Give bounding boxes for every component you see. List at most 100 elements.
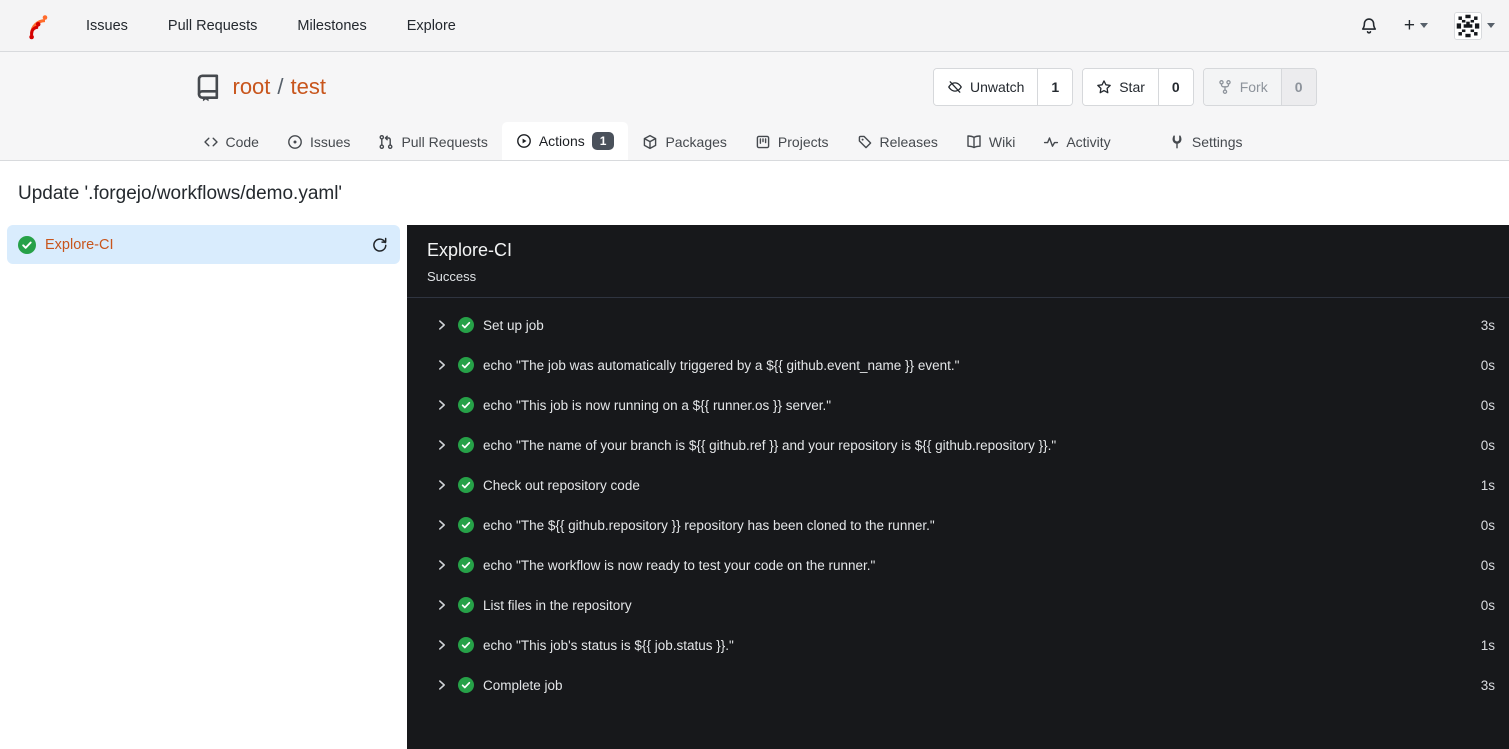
plus-icon: + bbox=[1403, 15, 1415, 36]
star-button[interactable]: Star 0 bbox=[1082, 68, 1194, 106]
tools-icon bbox=[1172, 135, 1182, 149]
step-label: echo "The job was automatically triggere… bbox=[483, 357, 960, 373]
issue-icon bbox=[288, 135, 302, 150]
chevron-right-icon[interactable] bbox=[435, 598, 449, 612]
tab-releases[interactable]: Releases bbox=[843, 124, 952, 160]
chevron-right-icon[interactable] bbox=[435, 638, 449, 652]
unwatch-button[interactable]: Unwatch 1 bbox=[932, 68, 1074, 106]
check-circle-icon bbox=[18, 235, 36, 254]
chevron-right-icon[interactable] bbox=[435, 478, 449, 492]
check-circle-icon bbox=[458, 637, 474, 654]
step-label: echo "The ${{ github.repository }} repos… bbox=[483, 517, 935, 533]
actions-count-badge: 1 bbox=[591, 132, 615, 151]
chevron-down-icon bbox=[1420, 23, 1428, 28]
tab-label: Wiki bbox=[988, 134, 1016, 151]
tag-icon bbox=[858, 136, 871, 149]
forgejo-logo-icon[interactable] bbox=[22, 11, 52, 41]
tab-label: Pull Requests bbox=[401, 134, 488, 151]
avatar bbox=[1454, 11, 1482, 40]
chevron-right-icon[interactable] bbox=[435, 558, 449, 572]
step-row[interactable]: Check out repository code 1s bbox=[407, 465, 1509, 505]
repo-name-link[interactable]: test bbox=[291, 74, 326, 100]
check-circle-icon bbox=[458, 317, 474, 334]
chevron-right-icon[interactable] bbox=[435, 678, 449, 692]
watch-count[interactable]: 1 bbox=[1037, 69, 1073, 105]
check-circle-icon bbox=[458, 397, 474, 414]
tab-actions[interactable]: Actions 1 bbox=[501, 122, 629, 161]
step-row[interactable]: echo "This job is now running on a ${{ r… bbox=[407, 385, 1509, 425]
chevron-right-icon[interactable] bbox=[435, 358, 449, 372]
run-status-text: Success bbox=[427, 269, 477, 285]
step-duration: 1s bbox=[1480, 477, 1495, 493]
tab-issues[interactable]: Issues bbox=[273, 124, 364, 160]
step-duration: 0s bbox=[1480, 517, 1495, 533]
nav-links: Issues Pull Requests Milestones Explore bbox=[86, 18, 456, 34]
tab-activity[interactable]: Activity bbox=[1029, 124, 1124, 160]
step-duration: 0s bbox=[1480, 557, 1495, 573]
step-row[interactable]: Set up job 3s bbox=[407, 305, 1509, 345]
user-menu-button[interactable] bbox=[1454, 11, 1495, 40]
nav-item-issues[interactable]: Issues bbox=[86, 18, 128, 34]
step-label: echo "This job's status is ${{ job.statu… bbox=[483, 637, 734, 653]
chevron-down-icon bbox=[1487, 23, 1495, 28]
step-label: echo "The workflow is now ready to test … bbox=[483, 557, 876, 573]
tab-label: Issues bbox=[309, 134, 351, 151]
tab-projects[interactable]: Projects bbox=[741, 124, 843, 160]
tab-label: Packages bbox=[665, 134, 727, 151]
nav-item-explore[interactable]: Explore bbox=[407, 18, 456, 34]
fork-label: Fork bbox=[1239, 79, 1268, 95]
repo-owner-link[interactable]: root bbox=[233, 74, 271, 100]
nav-item-pull-requests[interactable]: Pull Requests bbox=[168, 18, 257, 34]
tab-label: Projects bbox=[777, 134, 829, 151]
check-circle-icon bbox=[458, 677, 474, 694]
repo-title-row: root / test Unwatch 1 Star 0 Fork 0 bbox=[189, 52, 1321, 112]
step-row[interactable]: echo "The ${{ github.repository }} repos… bbox=[407, 505, 1509, 545]
step-duration: 0s bbox=[1480, 397, 1495, 413]
tab-packages[interactable]: Packages bbox=[628, 124, 740, 160]
project-board-icon bbox=[756, 136, 770, 149]
page-title: Update '.forgejo/workflows/demo.yaml' bbox=[18, 183, 343, 205]
step-duration: 3s bbox=[1480, 317, 1495, 333]
run-view: Explore-CI Explore-CI Success Set up job… bbox=[0, 225, 1509, 749]
chevron-right-icon[interactable] bbox=[435, 518, 449, 532]
job-label: Explore-CI bbox=[45, 236, 114, 253]
tab-wiki[interactable]: Wiki bbox=[952, 124, 1029, 160]
step-row[interactable]: Complete job 3s bbox=[407, 665, 1509, 705]
book-open-icon bbox=[967, 135, 981, 149]
tab-pull-requests[interactable]: Pull Requests bbox=[364, 124, 501, 160]
repo-action-buttons: Unwatch 1 Star 0 Fork 0 bbox=[932, 68, 1317, 106]
step-duration: 0s bbox=[1480, 597, 1495, 613]
chevron-right-icon[interactable] bbox=[435, 438, 449, 452]
step-label: Check out repository code bbox=[483, 477, 640, 493]
chevron-right-icon[interactable] bbox=[435, 398, 449, 412]
code-icon bbox=[203, 137, 218, 147]
notifications-bell-icon[interactable] bbox=[1360, 17, 1378, 35]
repo-header: root / test Unwatch 1 Star 0 Fork 0 Code… bbox=[0, 52, 1509, 162]
check-circle-icon bbox=[458, 437, 474, 454]
tab-code[interactable]: Code bbox=[189, 124, 273, 160]
step-label: echo "The name of your branch is ${{ git… bbox=[483, 437, 1057, 453]
step-row[interactable]: echo "The workflow is now ready to test … bbox=[407, 545, 1509, 585]
job-item-explore-ci[interactable]: Explore-CI bbox=[7, 225, 400, 265]
tab-label: Actions bbox=[538, 133, 585, 150]
check-circle-icon bbox=[458, 477, 474, 494]
nav-item-milestones[interactable]: Milestones bbox=[297, 18, 366, 34]
check-circle-icon bbox=[458, 557, 474, 574]
check-circle-icon bbox=[458, 517, 474, 534]
step-row[interactable]: echo "The job was automatically triggere… bbox=[407, 345, 1509, 385]
refresh-icon[interactable] bbox=[371, 236, 388, 253]
step-row[interactable]: List files in the repository 0s bbox=[407, 585, 1509, 625]
step-label: List files in the repository bbox=[483, 597, 632, 613]
check-circle-icon bbox=[458, 597, 474, 614]
step-duration: 3s bbox=[1480, 677, 1495, 693]
star-count[interactable]: 0 bbox=[1157, 69, 1193, 105]
chevron-right-icon[interactable] bbox=[435, 318, 449, 332]
navbar-right: + bbox=[1360, 11, 1495, 40]
tab-settings[interactable]: Settings bbox=[1155, 124, 1257, 160]
steps-list: Set up job 3s echo "The job was automatica… bbox=[407, 298, 1509, 705]
star-icon bbox=[1097, 80, 1112, 94]
step-row[interactable]: echo "The name of your branch is ${{ git… bbox=[407, 425, 1509, 465]
step-row[interactable]: echo "This job's status is ${{ job.statu… bbox=[407, 625, 1509, 665]
create-new-button[interactable]: + bbox=[1404, 16, 1428, 35]
play-circle-icon bbox=[516, 134, 531, 149]
